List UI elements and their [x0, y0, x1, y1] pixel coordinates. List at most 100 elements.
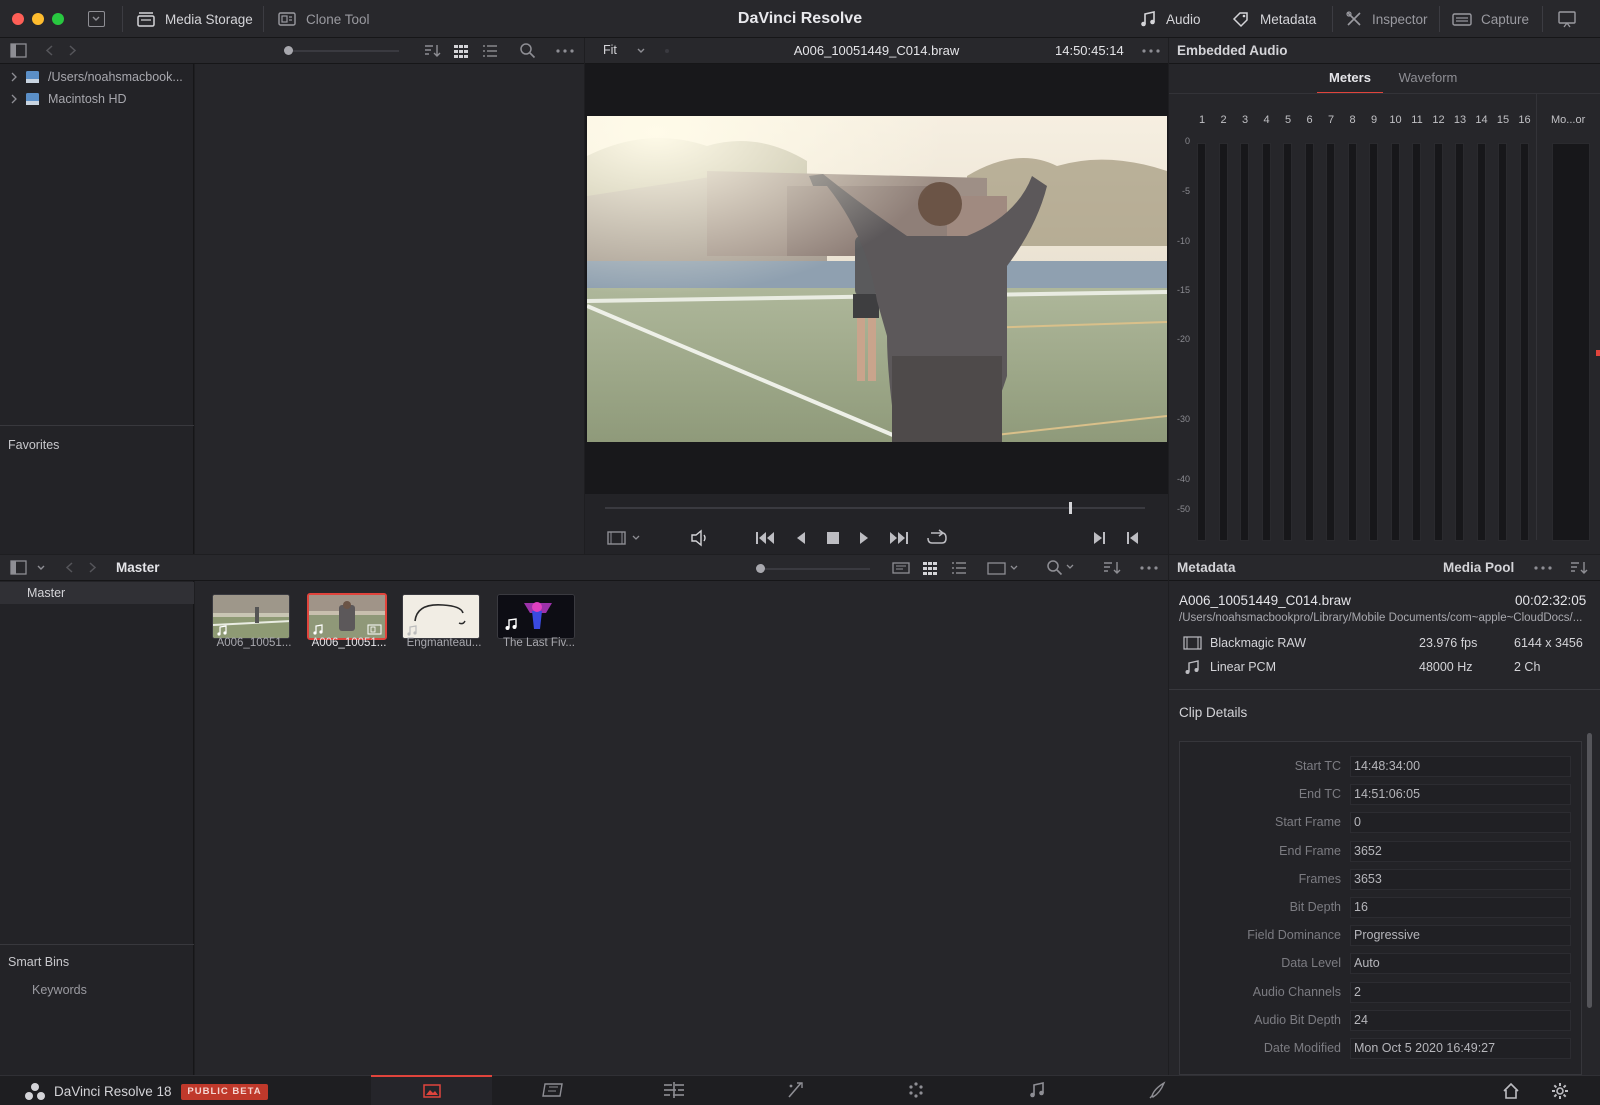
sort-icon[interactable]: [1102, 560, 1124, 576]
metadata-view-icon[interactable]: [892, 560, 910, 576]
clip-filmstrip-icon[interactable]: [607, 530, 645, 546]
field-value-input[interactable]: 3653: [1350, 868, 1571, 890]
sidebar-toggle-icon[interactable]: [10, 43, 27, 58]
clip-item[interactable]: The Last Fiv...: [491, 590, 587, 660]
capture-panel-button[interactable]: Capture: [1452, 0, 1529, 38]
tab-waveform[interactable]: Waveform: [1383, 68, 1473, 94]
list-view-icon[interactable]: [951, 560, 967, 576]
play-icon[interactable]: [857, 530, 871, 546]
chevron-right-icon[interactable]: [10, 72, 18, 82]
sidebar-toggle-icon[interactable]: [10, 560, 27, 575]
play-reverse-icon[interactable]: [794, 530, 808, 546]
field-value-input[interactable]: 3652: [1350, 840, 1571, 862]
field-value-input[interactable]: 14:51:06:05: [1350, 784, 1571, 806]
field-value-input[interactable]: 16: [1350, 897, 1571, 918]
bin-item-master[interactable]: Master: [0, 582, 194, 604]
field-value-input[interactable]: 2: [1350, 981, 1571, 1003]
mark-in-icon[interactable]: [1091, 530, 1107, 546]
field-value-input[interactable]: Progressive: [1350, 925, 1571, 947]
grid-view-icon[interactable]: [922, 560, 938, 576]
more-options-icon[interactable]: [1533, 565, 1553, 571]
zoom-window-button[interactable]: [52, 13, 64, 25]
playhead[interactable]: [1069, 502, 1073, 514]
volume-icon[interactable]: [690, 529, 710, 547]
clip-display-dropdown-icon[interactable]: [987, 560, 1021, 576]
field-label: End Frame: [1279, 843, 1341, 858]
settings-button[interactable]: [1551, 1082, 1569, 1100]
metadata-panel-button[interactable]: Metadata: [1231, 0, 1316, 38]
storage-item-users[interactable]: /Users/noahsmacbook...: [0, 66, 194, 88]
channel-meter: [1304, 143, 1314, 541]
more-options-icon[interactable]: [1139, 565, 1159, 571]
tab-meters[interactable]: Meters: [1317, 68, 1383, 94]
search-icon[interactable]: [519, 42, 536, 59]
grid-view-icon[interactable]: [453, 43, 469, 59]
clone-tool-button[interactable]: Clone Tool: [277, 0, 370, 38]
forward-arrow-icon[interactable]: [66, 44, 78, 57]
audio-panel-header: Embedded Audio: [1169, 38, 1600, 64]
minimize-window-button[interactable]: [32, 13, 44, 25]
page-deliver-button[interactable]: [1097, 1075, 1218, 1105]
audio-panel-button[interactable]: Audio: [1139, 0, 1201, 38]
sort-icon[interactable]: [423, 43, 441, 59]
inspector-panel-button[interactable]: Inspector: [1345, 0, 1428, 38]
field-value-input[interactable]: Auto: [1350, 953, 1571, 975]
workspace-menu-button[interactable]: [88, 11, 105, 27]
list-view-icon[interactable]: [482, 43, 498, 59]
meter-scale-label: 0: [1184, 136, 1190, 146]
clip-item[interactable]: Engmanteau...: [396, 590, 492, 660]
more-options-icon[interactable]: [555, 48, 575, 54]
fullscreen-viewer-button[interactable]: [1557, 10, 1577, 28]
channel-meter: [1390, 143, 1400, 541]
back-arrow-icon[interactable]: [44, 44, 56, 57]
slider-handle[interactable]: [284, 46, 293, 55]
sort-icon[interactable]: [1569, 560, 1591, 576]
project-manager-button[interactable]: [1502, 1082, 1520, 1100]
page-cut-button[interactable]: [492, 1075, 613, 1105]
thumbnail-size-slider[interactable]: [284, 46, 399, 55]
media-storage-button[interactable]: Media Storage: [136, 0, 253, 38]
breadcrumb[interactable]: Master: [116, 560, 160, 575]
page-fusion-button[interactable]: [734, 1075, 855, 1105]
page-media-button[interactable]: [371, 1075, 492, 1105]
monitor-label: Mo...or: [1551, 114, 1586, 126]
page-fairlight-button[interactable]: [976, 1075, 1097, 1105]
metadata-source-dropdown[interactable]: Media Pool: [1443, 560, 1514, 575]
skip-to-start-icon[interactable]: [755, 530, 777, 546]
mark-out-icon[interactable]: [1125, 530, 1141, 546]
channel-number: 16: [1518, 114, 1531, 126]
clip-item-selected[interactable]: A006_10051...: [301, 590, 397, 660]
loop-icon[interactable]: [926, 529, 948, 547]
meter-scale-label: -5: [1181, 186, 1190, 196]
clip-details-heading: Clip Details: [1179, 705, 1248, 720]
clip-label: A006_10051...: [311, 637, 387, 649]
search-icon[interactable]: [1046, 559, 1078, 576]
channel-meter: [1326, 143, 1335, 541]
slider-handle[interactable]: [756, 564, 765, 573]
scrollbar[interactable]: [1587, 733, 1592, 1008]
page-color-button[interactable]: [855, 1075, 976, 1105]
field-value-input[interactable]: 14:48:34:00: [1350, 756, 1571, 777]
clip-item[interactable]: A006_10051...: [206, 590, 302, 660]
drive-icon: [26, 93, 39, 105]
scrubber-track[interactable]: [605, 502, 1145, 514]
tab-meters-label: Meters: [1329, 70, 1371, 85]
field-value-input[interactable]: 0: [1350, 812, 1571, 834]
viewer-canvas[interactable]: [585, 64, 1168, 494]
chevron-down-icon[interactable]: [35, 562, 47, 574]
field-value-input[interactable]: 24: [1350, 1009, 1571, 1031]
smart-bin-keywords[interactable]: Keywords: [0, 979, 194, 1001]
more-options-icon[interactable]: [1141, 48, 1161, 54]
channel-meter: [1369, 143, 1378, 541]
close-window-button[interactable]: [12, 13, 24, 25]
forward-arrow-icon[interactable]: [86, 561, 98, 574]
back-arrow-icon[interactable]: [64, 561, 76, 574]
thumbnail-size-slider[interactable]: [756, 564, 870, 573]
stop-icon[interactable]: [825, 530, 841, 546]
chevron-right-icon[interactable]: [10, 94, 18, 104]
skip-to-end-icon[interactable]: [887, 530, 909, 546]
clip-thumbnail: [212, 594, 290, 639]
page-edit-button[interactable]: [613, 1075, 734, 1105]
field-value-input[interactable]: Mon Oct 5 2020 16:49:27: [1350, 1038, 1571, 1059]
storage-item-macintosh-hd[interactable]: Macintosh HD: [0, 88, 194, 110]
